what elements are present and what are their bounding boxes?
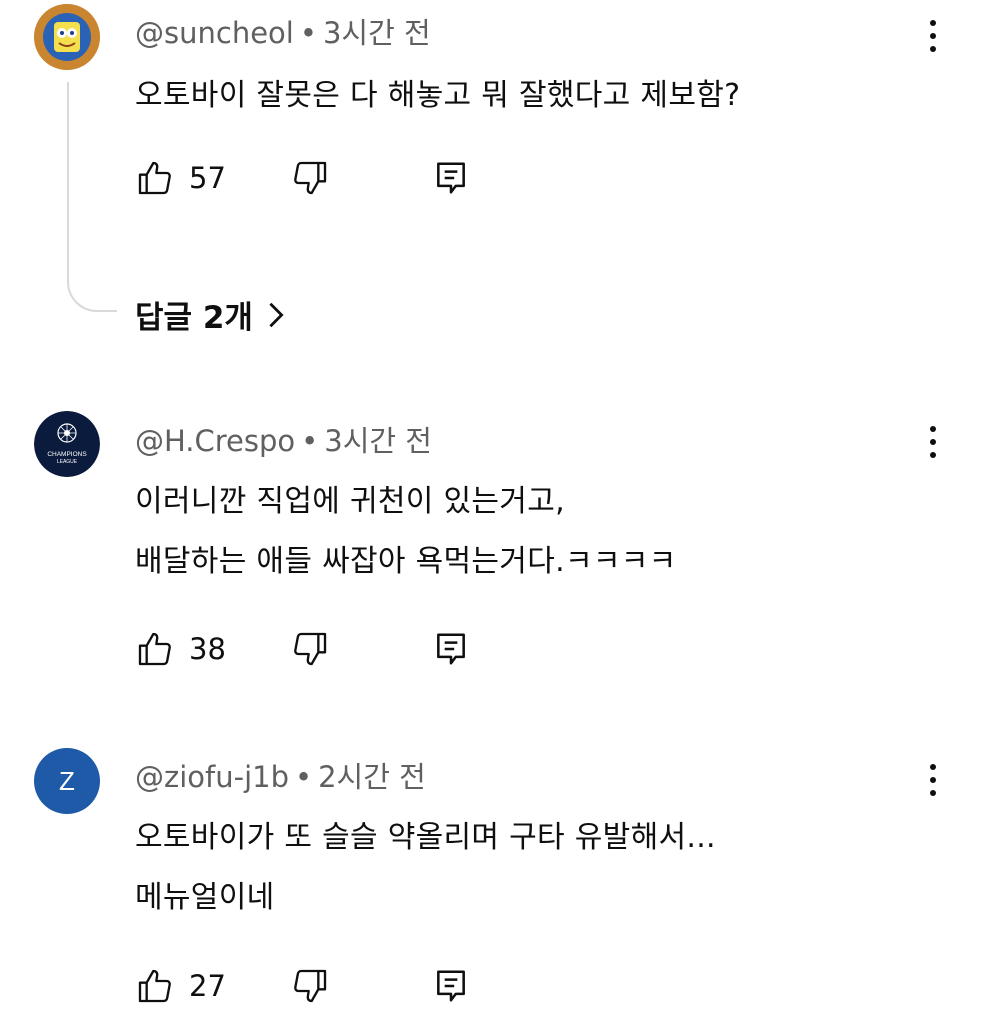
timestamp: 3시간 전: [324, 424, 432, 458]
avatar-text: CHAMPIONS: [47, 451, 87, 458]
like-count: 57: [189, 161, 226, 195]
comment-text-line-1: 오토바이가 또 슬슬 약올리며 구타 유발해서...: [135, 820, 716, 855]
comment-text-line-1: 이러니깐 직업에 귀천이 있는거고,: [135, 484, 565, 519]
comment-meta: @suncheol • 3시간 전: [135, 10, 431, 52]
avatar[interactable]: CHAMPIONS LEAGUE: [34, 411, 100, 477]
dislike-button[interactable]: [290, 158, 330, 198]
replies-label: 답글 2개: [135, 300, 253, 336]
separator-dot: •: [299, 16, 317, 50]
thumbs-up-icon: [138, 161, 171, 195]
thumbs-down-icon: [294, 632, 327, 666]
like-button[interactable]: 57: [135, 158, 226, 198]
dislike-button[interactable]: [290, 966, 330, 1006]
thumbs-up-icon: [138, 632, 171, 666]
more-options-button[interactable]: [920, 18, 946, 58]
timestamp: 3시간 전: [322, 16, 431, 50]
spongebob-icon: [34, 4, 100, 70]
comment-text-line-2: 배달하는 애들 싸잡아 욕먹는거다.ㅋㅋㅋㅋ: [135, 544, 677, 579]
like-button[interactable]: 27: [135, 966, 226, 1006]
reply-button[interactable]: [432, 966, 470, 1006]
comment-meta: @ziofu-j1b • 2시간 전: [135, 754, 426, 796]
reply-comment-icon: [437, 162, 465, 194]
dislike-button[interactable]: [290, 629, 330, 669]
like-count: 27: [189, 969, 226, 1003]
like-button[interactable]: 38: [135, 629, 226, 669]
comment-text: 오토바이 잘못은 다 해놓고 뭐 잘했다고 제보함?: [135, 78, 741, 113]
reply-button[interactable]: [432, 629, 470, 669]
thumbs-down-icon: [294, 969, 327, 1003]
author-name[interactable]: @suncheol: [135, 16, 294, 50]
chevron-right-icon: [269, 302, 284, 327]
more-options-button[interactable]: [920, 424, 946, 464]
thumbs-up-icon: [138, 969, 171, 1003]
reply-comment-icon: [437, 633, 465, 665]
avatar-letter: Z: [59, 765, 75, 796]
thread-line: [67, 82, 117, 312]
reply-button[interactable]: [432, 158, 470, 198]
timestamp: 2시간 전: [318, 760, 426, 794]
avatar[interactable]: Z: [34, 748, 100, 814]
comment-meta: @H.Crespo • 3시간 전: [135, 418, 432, 460]
separator-dot: •: [295, 760, 313, 794]
view-replies-button[interactable]: 답글 2개: [135, 292, 285, 337]
thumbs-down-icon: [294, 161, 327, 195]
more-options-button[interactable]: [920, 762, 946, 802]
avatar-text: LEAGUE: [57, 459, 78, 465]
avatar[interactable]: [34, 4, 100, 70]
like-count: 38: [189, 632, 226, 666]
separator-dot: •: [301, 424, 319, 458]
author-name[interactable]: @H.Crespo: [135, 424, 295, 458]
champions-league-icon: CHAMPIONS LEAGUE: [34, 411, 100, 477]
reply-comment-icon: [437, 970, 465, 1002]
author-name[interactable]: @ziofu-j1b: [135, 760, 289, 794]
comment-text-line-2: 메뉴얼이네: [135, 880, 275, 915]
